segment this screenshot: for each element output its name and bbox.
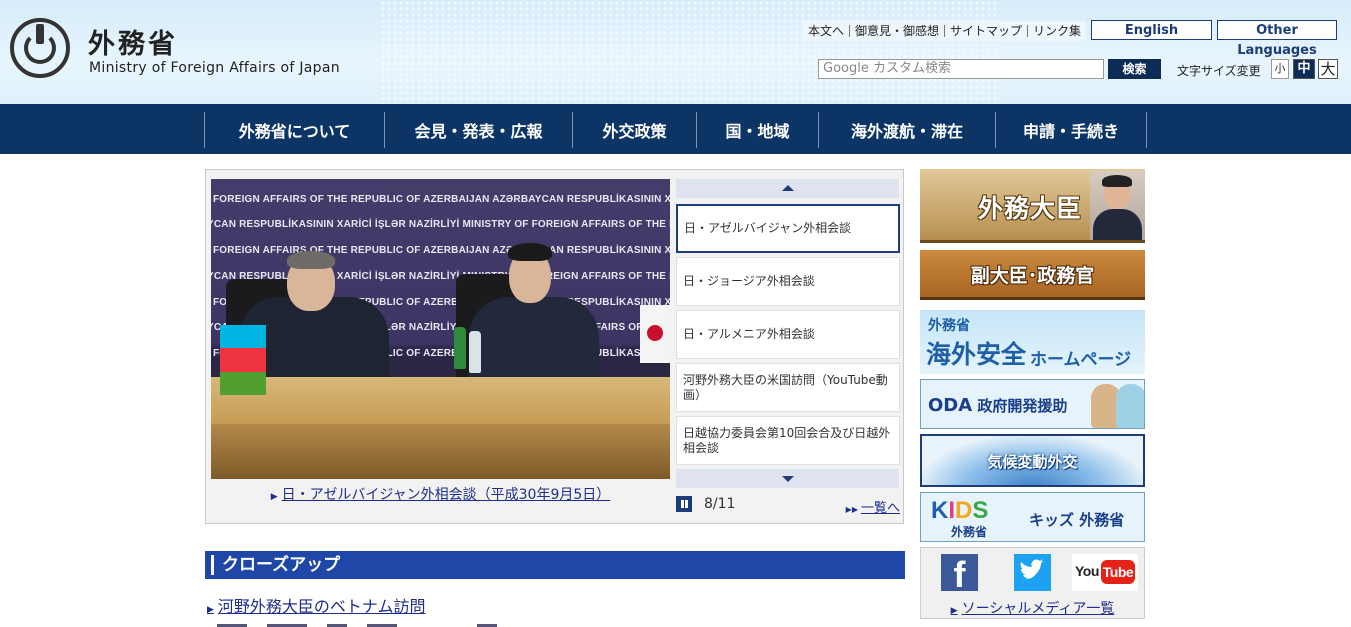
font-size-label: 文字サイズ変更 [1177, 64, 1261, 78]
view-all-link[interactable]: ▶▶ 一覧へ [846, 497, 900, 516]
nav-item-policy[interactable]: 外交政策 [573, 112, 697, 148]
triangle-bullet-icon: ▶ [950, 606, 958, 616]
oda-character-icon [1116, 384, 1144, 428]
slideshow-list-item[interactable]: 河野外務大臣の米国訪問（YouTube動画） [676, 363, 900, 412]
social-media-panel: f You Tube ▶ ソーシャルメディア一覧 [920, 547, 1145, 619]
minister-portrait [1090, 171, 1145, 240]
closeup-heading: クローズアップ [205, 551, 905, 579]
font-size-medium-button[interactable]: 中 [1293, 59, 1315, 79]
nav-item-regions[interactable]: 国・地域 [697, 112, 819, 148]
arrow-down-icon [782, 476, 794, 482]
oda-banner[interactable]: ODA 政府開発援助 [920, 379, 1145, 429]
photo-backdrop-text: YCAN RESPUBLİKASININ XARİCİ İŞLƏR NAZİRL… [211, 219, 670, 230]
world-map-pattern [380, 0, 1000, 104]
vice-minister-banner[interactable]: 副大臣･政務官 [920, 250, 1145, 300]
nav-item-about[interactable]: 外務省について [205, 112, 385, 148]
slideshow-pager: 8/11 ▶▶ 一覧へ [676, 494, 900, 516]
font-size-small-button[interactable]: 小 [1271, 59, 1289, 79]
slideshow-list-item[interactable]: 日越協力委員会第10回会合及び日越外相会談 [676, 416, 900, 465]
util-link-feedback[interactable]: 御意見・御感想 [850, 25, 946, 37]
nav-item-travel[interactable]: 海外渡航・滞在 [819, 112, 996, 148]
overseas-safety-banner[interactable]: 外務省 海外安全 ホームページ [920, 310, 1145, 374]
safety-banner-line1: 外務省 [928, 318, 970, 334]
english-button[interactable]: English [1091, 20, 1212, 40]
slideshow-list: 日・アゼルバイジャン外相会談 日・ジョージア外相会談 日・アルメニア外相会談 河… [676, 179, 900, 488]
minister-banner-label: 外務大臣 [978, 194, 1083, 223]
closeup-link-label: 河野外務大臣のベトナム訪問 [217, 597, 426, 616]
climate-diplomacy-banner[interactable]: 気候変動外交 [920, 434, 1145, 487]
triangle-bullet-icon: ▶ [270, 492, 278, 502]
util-link-sitemap[interactable]: サイトマップ [945, 25, 1029, 37]
search-button[interactable]: 検索 [1108, 59, 1161, 79]
kids-banner[interactable]: KIDS 外務省 キッズ 外務省 [920, 492, 1145, 542]
conference-table-edge [211, 424, 670, 479]
search-input[interactable]: Google カスタム検索 [818, 59, 1104, 79]
person-left-hair [287, 251, 335, 269]
arrow-up-icon [782, 185, 794, 191]
facebook-icon[interactable]: f [941, 554, 978, 591]
nav-item-applications[interactable]: 申請・手続き [996, 112, 1147, 148]
kids-logo: KIDS [931, 497, 989, 524]
bottle [469, 331, 481, 373]
slideshow-list-item[interactable]: 日・アゼルバイジャン外相会談 [676, 204, 900, 253]
bottle [454, 327, 466, 369]
slideshow-photo[interactable]: FOREIGN AFFAIRS OF THE REPUBLIC OF AZERB… [211, 179, 670, 479]
kids-banner-label: キッズ 外務省 [1029, 511, 1125, 529]
scroll-up-button[interactable] [676, 179, 899, 198]
triangle-bullet-icon: ▶ [207, 605, 214, 615]
main-nav: 外務省について 会見・発表・広報 外交政策 国・地域 海外渡航・滞在 申請・手続… [0, 104, 1351, 154]
climate-banner-label: 気候変動外交 [987, 453, 1078, 471]
youtube-icon[interactable]: You Tube [1072, 554, 1138, 591]
social-media-list-link[interactable]: ▶ ソーシャルメディア一覧 [921, 598, 1144, 618]
utility-links: 本文へ 御意見・御感想 サイトマップ リンク集 [803, 21, 1087, 41]
font-size-large-button[interactable]: 大 [1318, 59, 1338, 79]
scroll-down-button[interactable] [676, 469, 899, 488]
logo-japanese[interactable]: 外務省 [88, 22, 178, 61]
closeup-link[interactable]: ▶ 河野外務大臣のベトナム訪問 [207, 593, 425, 617]
pause-icon[interactable] [676, 496, 692, 512]
view-all-link-label: 一覧へ [860, 501, 900, 516]
double-triangle-icon: ▶▶ [845, 505, 858, 514]
other-languages-button[interactable]: Other Languages [1217, 20, 1337, 58]
util-link-main-content[interactable]: 本文へ [803, 25, 851, 37]
closeup-next-item-partial [207, 620, 507, 627]
slideshow-list-item[interactable]: 日・アルメニア外相会談 [676, 310, 900, 359]
minister-banner[interactable]: 外務大臣 [920, 169, 1145, 243]
photo-backdrop-text: FOREIGN AFFAIRS OF THE REPUBLIC OF AZERB… [213, 194, 670, 205]
safety-banner-line3: ホームページ [1030, 350, 1132, 370]
social-media-list-label: ソーシャルメディア一覧 [961, 601, 1115, 617]
slideshow-caption: ▶ 日・アゼルバイジャン外相会談（平成30年9月5日） [211, 480, 670, 512]
page-indicator: 8/11 [704, 496, 736, 512]
slideshow-list-item[interactable]: 日・ジョージア外相会談 [676, 257, 900, 306]
vice-minister-banner-label: 副大臣･政務官 [970, 265, 1095, 287]
japan-flag-icon [640, 305, 670, 363]
person-right-hair [508, 243, 552, 261]
slideshow-caption-link[interactable]: 日・アゼルバイジャン外相会談（平成30年9月5日） [282, 487, 611, 503]
site-header: 外務省 Ministry of Foreign Affairs of Japan… [0, 0, 1351, 104]
mofa-logo-icon[interactable] [10, 18, 70, 78]
nav-item-press[interactable]: 会見・発表・広報 [385, 112, 573, 148]
twitter-icon[interactable] [1014, 554, 1051, 591]
photo-backdrop-text: FOREIGN AFFAIRS OF THE REPUBLIC OF AZERB… [213, 245, 670, 256]
util-link-links[interactable]: リンク集 [1028, 25, 1086, 37]
azerbaijan-flag-icon [220, 325, 266, 395]
safety-banner-line2: 海外安全 [926, 340, 1027, 369]
logo-english[interactable]: Ministry of Foreign Affairs of Japan [89, 60, 340, 76]
kids-logo-sub: 外務省 [951, 525, 988, 539]
oda-banner-label: ODA 政府開発援助 [928, 395, 1068, 416]
